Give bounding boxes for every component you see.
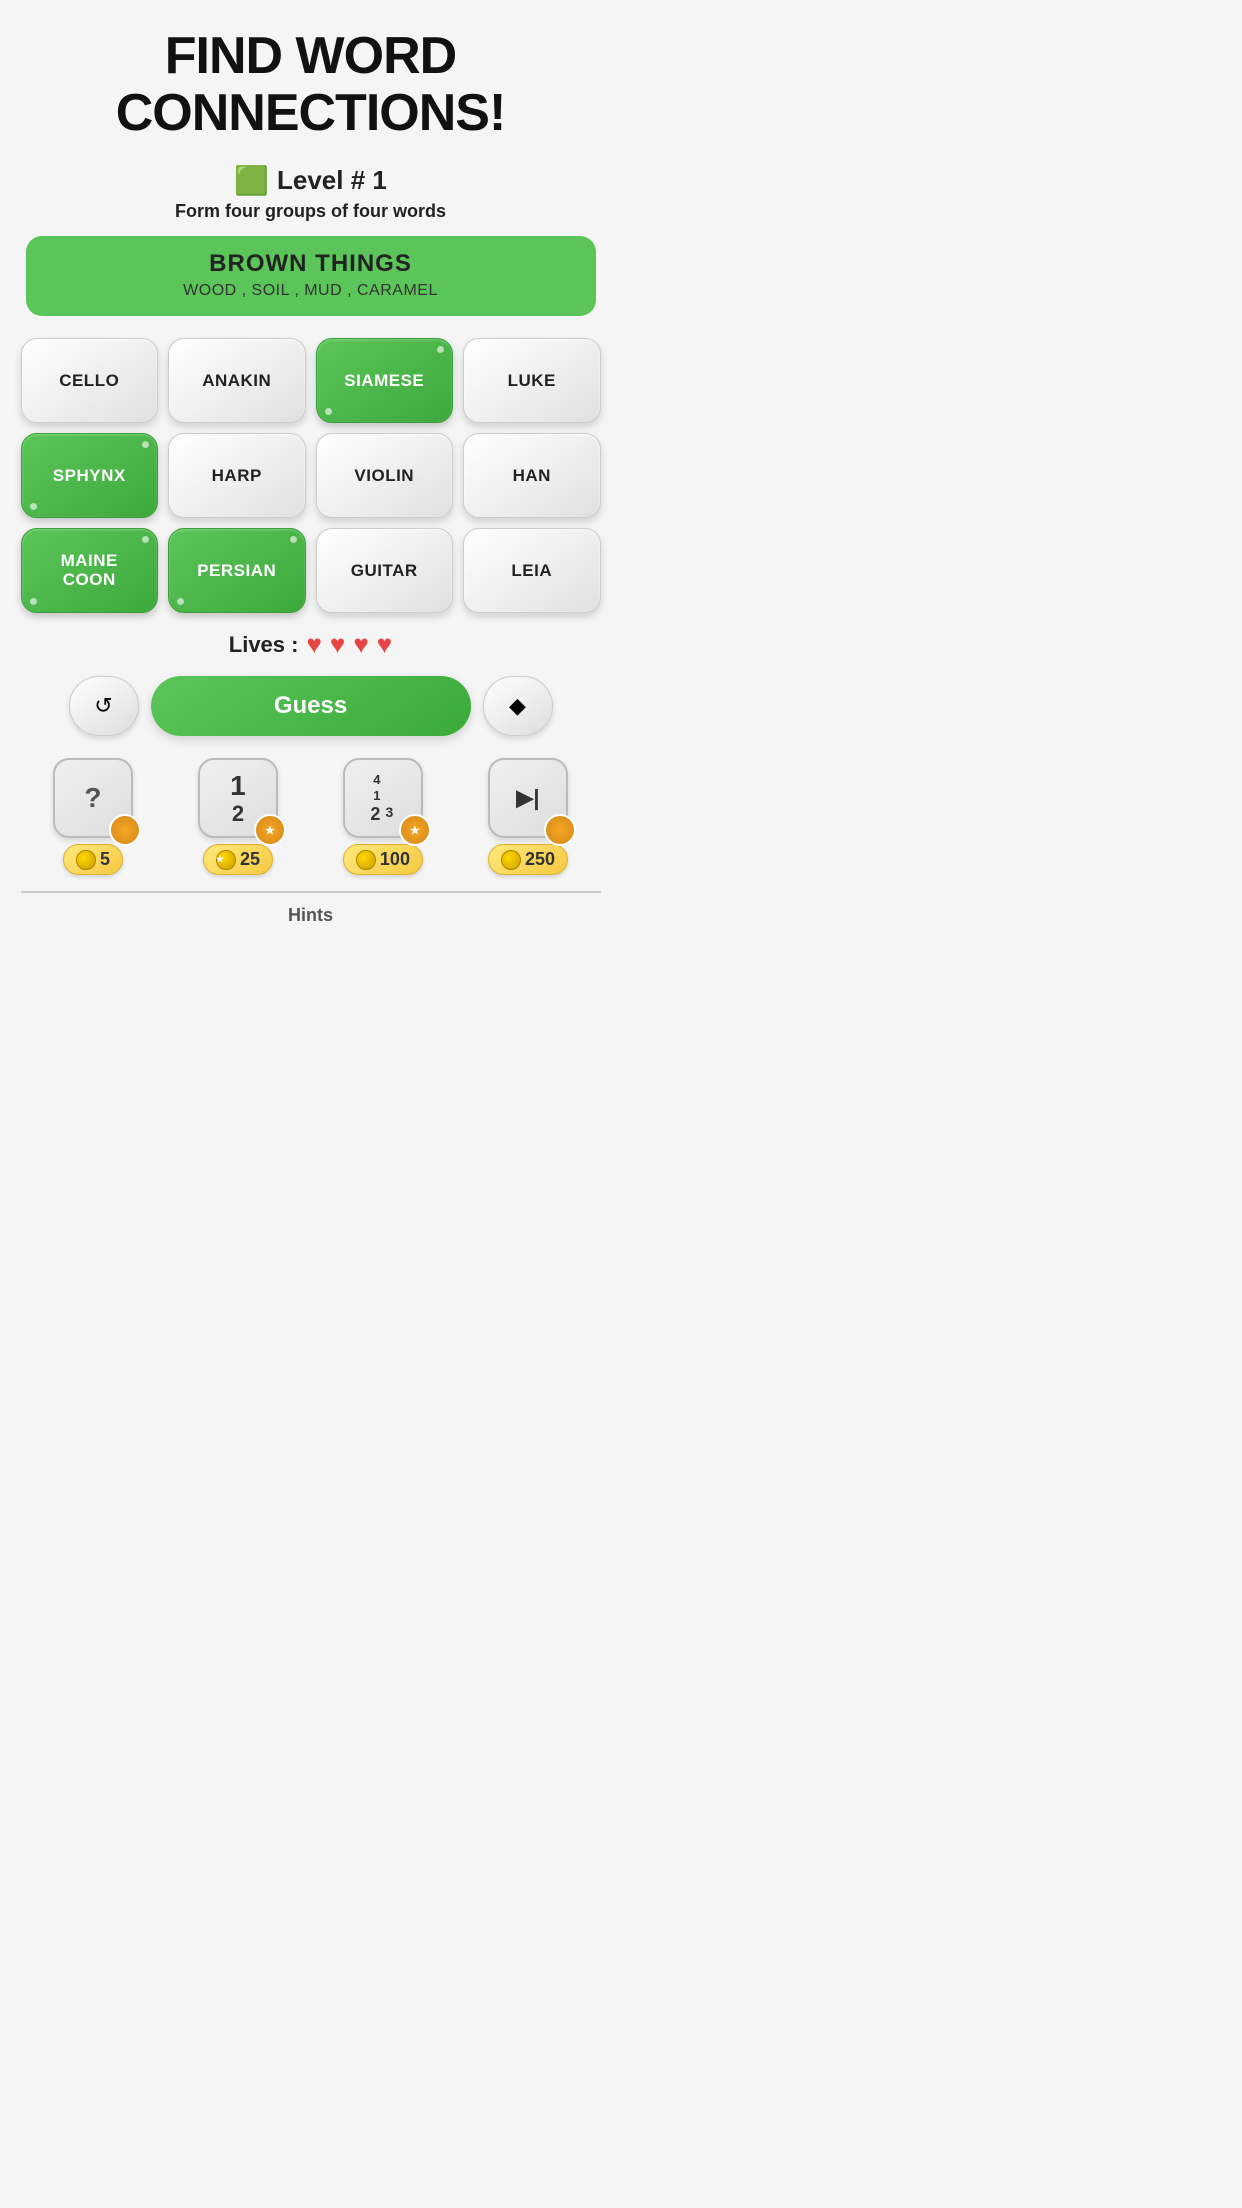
hint-icon-play: ▶|	[488, 758, 568, 838]
num-blank	[383, 788, 395, 803]
erase-button[interactable]: ◆	[483, 676, 553, 736]
word-tile-3[interactable]: SIAMESE	[316, 338, 454, 423]
refresh-button[interactable]: ↺	[69, 676, 139, 736]
hint-badge-4	[544, 814, 576, 846]
hint-card-2[interactable]: 1 2 ★ ★ 25	[198, 758, 278, 875]
numbers12-icon: 1 2	[230, 771, 246, 826]
hint-badge-1	[109, 814, 141, 846]
lives-row: Lives : ♥ ♥ ♥ ♥	[229, 629, 392, 660]
word-tile-6[interactable]: HARP	[168, 433, 306, 518]
num1: 1	[370, 788, 382, 803]
hint-badge-2: ★	[254, 814, 286, 846]
word-tile-2[interactable]: ANAKIN	[168, 338, 306, 423]
hint-cost-2: ★ 25	[203, 844, 273, 875]
hint-cost-3: 100	[343, 844, 423, 875]
level-icon: 🟩	[234, 164, 269, 197]
star3-icon: ★	[410, 824, 420, 837]
num-top-right	[383, 772, 395, 787]
coin-icon-3	[356, 850, 376, 870]
banner-title: BROWN THINGS	[46, 250, 576, 278]
guess-button[interactable]: Guess	[151, 676, 471, 736]
star2-icon: ★	[216, 854, 224, 865]
coin-icon-4	[501, 850, 521, 870]
word-tile-8[interactable]: HAN	[463, 433, 601, 518]
heart-4: ♥	[377, 629, 392, 660]
word-tile-5[interactable]: SPHYNX	[21, 433, 159, 518]
hint-cost-1: 5	[63, 844, 123, 875]
word-tile-4[interactable]: LUKE	[463, 338, 601, 423]
word-tile-7[interactable]: VIOLIN	[316, 433, 454, 518]
refresh-icon: ↺	[94, 693, 112, 719]
solved-category-banner: BROWN THINGS WOOD , SOIL , MUD , CARAMEL	[26, 236, 596, 316]
hint-cost-label-2: 25	[240, 849, 260, 870]
coin-icon-1	[76, 850, 96, 870]
word-grid: CELLOANAKINSIAMESELUKE SPHYNXHARPVIOLINHA…	[21, 338, 601, 613]
num3: 3	[383, 804, 395, 825]
banner-words: WOOD , SOIL , MUD , CARAMEL	[46, 282, 576, 300]
word-tile-10[interactable]: PERSIAN	[168, 528, 306, 613]
hint-icon-numbers12: 1 2 ★	[198, 758, 278, 838]
word-tile-1[interactable]: CELLO	[21, 338, 159, 423]
heart-2: ♥	[330, 629, 345, 660]
hint-cost-4: 250	[488, 844, 568, 875]
word-tile-11[interactable]: GUITAR	[316, 528, 454, 613]
word-tile-12[interactable]: LEIA	[463, 528, 601, 613]
hint-cost-label-1: 5	[100, 849, 110, 870]
hint-card-1[interactable]: ? 5	[53, 758, 133, 875]
hint-cost-label-4: 250	[525, 849, 555, 870]
heart-1: ♥	[306, 629, 321, 660]
hints-cards-row: ? 5 1 2 ★ ★ 25	[21, 758, 601, 875]
action-buttons-row: ↺ Guess ◆	[21, 676, 601, 736]
page-title: FIND WORD CONNECTIONS!	[116, 28, 506, 142]
hints-section: ? 5 1 2 ★ ★ 25	[21, 758, 601, 926]
hint-card-4[interactable]: ▶| 250	[488, 758, 568, 875]
hints-divider	[21, 891, 601, 893]
question-mark-icon: ?	[84, 782, 101, 814]
word-tile-9[interactable]: MAINECOON	[21, 528, 159, 613]
heart-3: ♥	[353, 629, 368, 660]
hint-icon-question: ?	[53, 758, 133, 838]
hint-card-3[interactable]: 4 1 2 3 ★ 100	[343, 758, 423, 875]
level-text: Level # 1	[277, 165, 387, 196]
num4: 4	[370, 772, 382, 787]
hint-icon-numbers1234: 4 1 2 3 ★	[343, 758, 423, 838]
num2: 2	[370, 804, 382, 825]
star-icon: ★	[265, 824, 275, 837]
hints-label: Hints	[288, 905, 333, 926]
play-icon: ▶|	[516, 785, 539, 811]
hint-cost-label-3: 100	[380, 849, 410, 870]
subtitle: Form four groups of four words	[175, 201, 446, 222]
erase-icon: ◆	[509, 693, 526, 719]
lives-label: Lives :	[229, 632, 299, 658]
hint-badge-3: ★	[399, 814, 431, 846]
